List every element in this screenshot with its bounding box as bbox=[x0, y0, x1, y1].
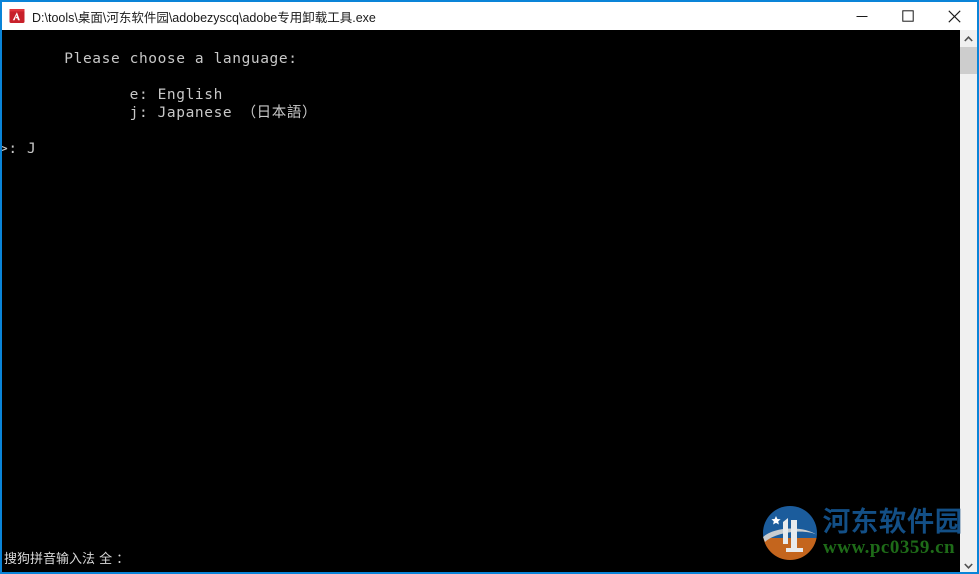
ime-status-text: 搜狗拼音输入法 全 ： bbox=[4, 552, 130, 567]
title-bar[interactable]: D:\tools\桌面\河东软件园\adobezyscq\adobe专用卸载工具… bbox=[2, 2, 977, 30]
maximize-button[interactable] bbox=[885, 2, 931, 30]
scrollbar-thumb[interactable] bbox=[960, 47, 977, 74]
console-window: D:\tools\桌面\河东软件园\adobezyscq\adobe专用卸载工具… bbox=[0, 0, 979, 574]
window-title: D:\tools\桌面\河东软件园\adobezyscq\adobe专用卸载工具… bbox=[32, 10, 376, 25]
minimize-button[interactable] bbox=[839, 2, 885, 30]
scroll-down-arrow-icon[interactable] bbox=[960, 557, 977, 572]
terminal-output-area[interactable]: Please choose a language: e: English j: … bbox=[2, 30, 960, 572]
adobe-app-icon bbox=[9, 8, 25, 24]
vertical-scrollbar[interactable] bbox=[960, 30, 977, 572]
scroll-up-arrow-icon[interactable] bbox=[960, 30, 977, 47]
console-text: Please choose a language: e: English j: … bbox=[2, 51, 318, 157]
close-button[interactable] bbox=[931, 2, 977, 30]
